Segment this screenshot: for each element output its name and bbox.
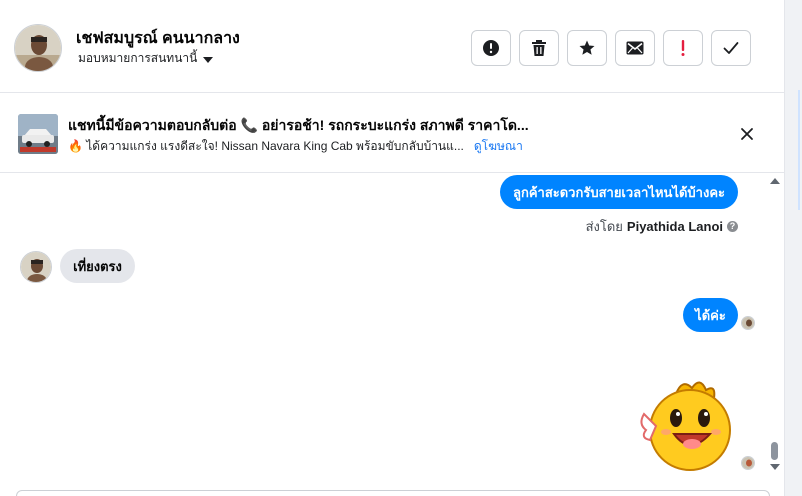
contact-message-avatar — [20, 251, 52, 283]
sent-by-prefix: ส่งโดย — [585, 219, 623, 234]
sticker-message[interactable] — [636, 374, 736, 474]
exclamation-icon — [681, 40, 685, 56]
contact-avatar[interactable] — [14, 24, 62, 72]
sent-by-label: ส่งโดย Piyathida Lanoi ? — [586, 216, 738, 237]
conversation-header: เชฟสมบูรณ์ คนนากลาง มอบหมายการสนทนานี้ — [0, 0, 785, 93]
close-ad-banner-button[interactable] — [737, 124, 757, 144]
alert-circle-icon — [483, 40, 499, 56]
panel-accent — [798, 90, 800, 210]
view-ad-link[interactable]: ดูโฆษณา — [474, 137, 523, 156]
message-composer[interactable] — [16, 490, 770, 496]
delete-button[interactable] — [519, 30, 559, 66]
check-icon — [723, 42, 739, 54]
caret-down-icon — [203, 56, 214, 63]
ad-thumbnail[interactable] — [18, 114, 58, 154]
scroll-up-arrow-icon[interactable] — [770, 178, 780, 184]
message-thread[interactable]: ลูกค้าสะดวกรับสายเวลาไหนได้บ้างคะ ส่งโดย… — [0, 174, 785, 474]
read-receipt-avatar — [741, 456, 755, 470]
conversation-actions — [471, 30, 751, 66]
mark-unread-button[interactable] — [615, 30, 655, 66]
envelope-icon — [626, 41, 644, 55]
scroll-thumb[interactable] — [771, 442, 778, 460]
inbox-conversation-pane: เชฟสมบูรณ์ คนนากลาง มอบหมายการสนทนานี้ แ… — [0, 0, 785, 496]
contact-name[interactable]: เชฟสมบูรณ์ คนนากลาง — [76, 26, 240, 51]
thread-scrollbar[interactable] — [769, 174, 781, 474]
ad-context-banner: แชทนี้มีข้อความตอบกลับต่อ 📞 อย่ารอช้า! ร… — [0, 94, 785, 173]
outgoing-message[interactable]: ได้ค่ะ — [683, 298, 738, 332]
outgoing-message[interactable]: ลูกค้าสะดวกรับสายเวลาไหนได้บ้างคะ — [500, 175, 738, 209]
ad-title: แชทนี้มีข้อความตอบกลับต่อ 📞 อย่ารอช้า! ร… — [68, 117, 529, 133]
read-receipt-avatar — [741, 316, 755, 330]
right-panel-edge — [785, 0, 802, 496]
info-icon[interactable]: ? — [727, 221, 738, 232]
mark-spam-button[interactable] — [471, 30, 511, 66]
ad-subtitle-text: 🔥 ได้ความแกร่ง แรงดีสะใจ! Nissan Navara … — [68, 139, 464, 153]
close-icon — [741, 128, 753, 140]
ad-subtitle: 🔥 ได้ความแกร่ง แรงดีสะใจ! Nissan Navara … — [68, 137, 523, 156]
yellow-mascot-sticker-icon — [640, 381, 731, 471]
scroll-down-arrow-icon[interactable] — [770, 464, 780, 470]
mark-done-button[interactable] — [711, 30, 751, 66]
assign-conversation-dropdown[interactable]: มอบหมายการสนทนานี้ — [78, 49, 214, 68]
star-button[interactable] — [567, 30, 607, 66]
assign-label: มอบหมายการสนทนานี้ — [78, 51, 198, 65]
incoming-message[interactable]: เที่ยงตรง — [60, 249, 135, 283]
star-icon — [579, 40, 595, 55]
agent-name: Piyathida Lanoi — [626, 219, 723, 234]
trash-icon — [532, 40, 546, 56]
follow-up-button[interactable] — [663, 30, 703, 66]
